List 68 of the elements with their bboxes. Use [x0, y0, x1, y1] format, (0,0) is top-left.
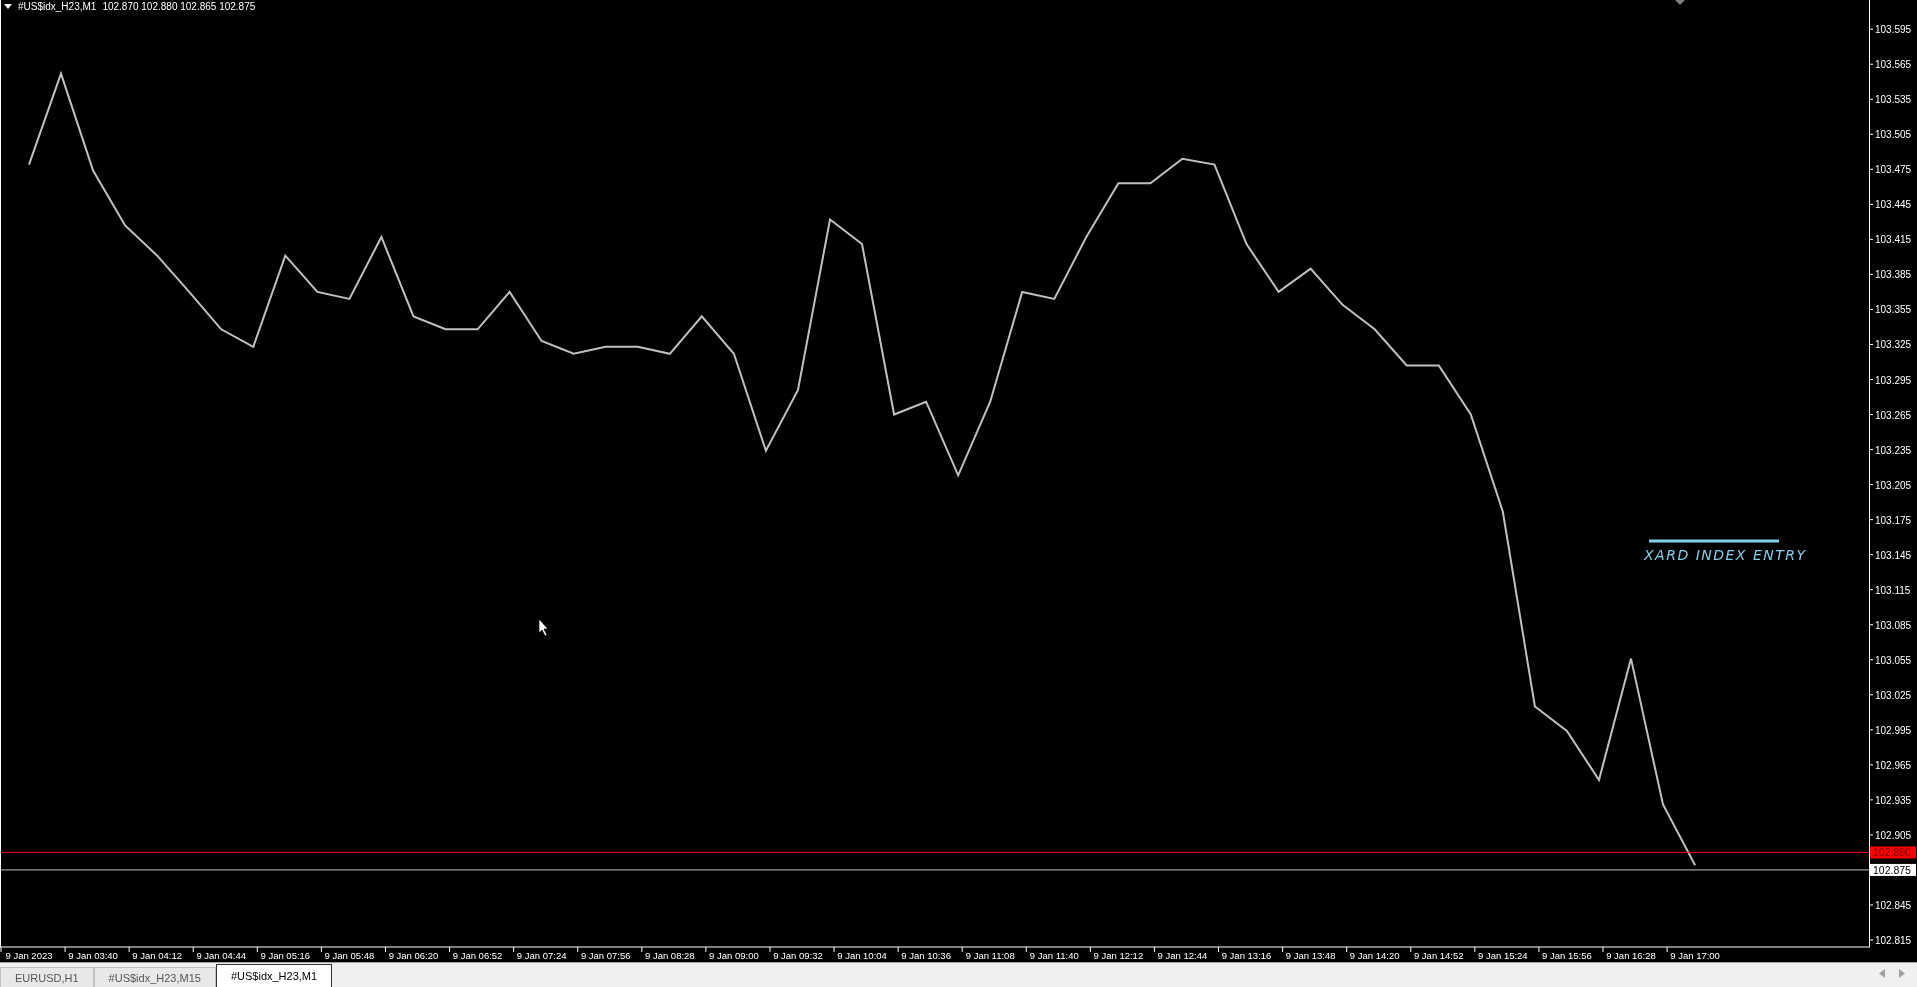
time-axis-label: 9 Jan 14:20 [1349, 950, 1400, 961]
chart-tab[interactable]: #US$idx_H23,M15 [93, 967, 216, 987]
scroll-right-icon[interactable] [1899, 969, 1905, 978]
price-axis-label: 102.935 [1875, 794, 1912, 806]
price-axis-label: 103.055 [1875, 654, 1912, 666]
time-axis-label: 9 Jan 07:24 [516, 950, 567, 961]
time-axis-label: 9 Jan 15:56 [1542, 950, 1592, 961]
time-axis-label: 9 Jan 07:56 [580, 950, 631, 961]
entry-label: XARD INDEX ENTRY [1644, 547, 1807, 563]
time-axis-label: 9 Jan 09:00 [709, 950, 759, 961]
price-axis-label: 102.905 [1875, 829, 1912, 841]
time-axis-label: 9 Jan 16:28 [1606, 950, 1656, 961]
time-axis-label: 9 Jan 17:00 [1670, 950, 1720, 961]
caret-icon[interactable] [4, 3, 12, 10]
time-axis-label: 9 Jan 15:24 [1478, 950, 1528, 961]
price-axis-label: 103.325 [1875, 339, 1912, 351]
price-axis-label: 102.995 [1875, 724, 1912, 736]
time-axis-label: 9 Jan 09:32 [773, 950, 823, 961]
time-axis-label: 9 Jan 2023 [5, 950, 53, 961]
time-axis-label: 9 Jan 05:16 [260, 950, 311, 961]
scroll-left-icon[interactable] [1879, 969, 1885, 978]
time-axis-label: 9 Jan 11:08 [965, 950, 1015, 961]
time-axis-label: 9 Jan 05:48 [324, 950, 375, 961]
chart-tab[interactable]: #US$idx_H23,M1 [215, 964, 333, 987]
chart-tab[interactable]: EURUSD,H1 [0, 967, 94, 987]
time-axis-label: 9 Jan 10:36 [901, 950, 951, 961]
price-axis-label: 103.595 [1875, 24, 1912, 36]
time-axis-label: 9 Jan 10:04 [837, 950, 887, 961]
time-axis-label: 9 Jan 12:44 [1157, 950, 1208, 961]
price-axis-label: 103.445 [1875, 199, 1912, 211]
price-tag: 102.875 [1870, 863, 1916, 876]
price-axis-label: 103.115 [1875, 584, 1911, 596]
price-axis-label: 103.205 [1875, 479, 1912, 491]
ohlc-values: 102.870 102.880 102.865 102.875 [102, 1, 256, 12]
price-axis-label: 103.385 [1875, 269, 1912, 281]
price-axis-label: 103.565 [1875, 59, 1912, 71]
price-axis-label: 103.085 [1875, 619, 1912, 631]
price-axis-label: 103.295 [1875, 374, 1912, 386]
time-axis-label: 9 Jan 12:12 [1093, 950, 1144, 961]
price-axis-label: 103.025 [1875, 689, 1912, 701]
price-axis-label: 102.845 [1875, 899, 1912, 911]
price-axis-label: 103.475 [1875, 164, 1912, 176]
cursor-icon [538, 618, 549, 637]
time-axis-label: 9 Jan 04:12 [132, 950, 182, 961]
price-tag: 102.890 [1870, 846, 1916, 859]
time-axis-label: 9 Jan 06:20 [388, 950, 439, 961]
price-axis-label: 103.265 [1875, 409, 1912, 421]
ref-line-label: 102.890 [1873, 846, 1912, 859]
ref-line-label: 102.875 [1873, 863, 1912, 876]
time-axis-label: 9 Jan 04:44 [196, 950, 247, 961]
time-axis-label: 9 Jan 03:40 [68, 950, 118, 961]
chart-symbol: #US$idx_H23,M1 [18, 1, 97, 12]
price-axis-label: 103.535 [1875, 94, 1912, 106]
price-axis-label: 102.965 [1875, 759, 1912, 771]
marker-icon [1675, 0, 1685, 5]
time-axis-label: 9 Jan 11:40 [1029, 950, 1079, 961]
time-axis-label: 9 Jan 08:28 [644, 950, 695, 961]
price-axis-label: 103.175 [1875, 514, 1912, 526]
price-axis-label: 103.235 [1875, 444, 1912, 456]
price-axis-label: 103.505 [1875, 129, 1912, 141]
time-axis-label: 9 Jan 13:48 [1285, 950, 1336, 961]
time-axis-label: 9 Jan 06:52 [452, 950, 503, 961]
price-axis-label: 102.815 [1875, 935, 1912, 946]
time-axis-label: 9 Jan 14:52 [1413, 950, 1464, 961]
price-axis-label: 103.145 [1875, 549, 1912, 561]
price-axis-label: 103.355 [1875, 304, 1912, 316]
time-axis-label: 9 Jan 13:16 [1221, 950, 1272, 961]
price-axis-label: 103.415 [1875, 234, 1912, 246]
